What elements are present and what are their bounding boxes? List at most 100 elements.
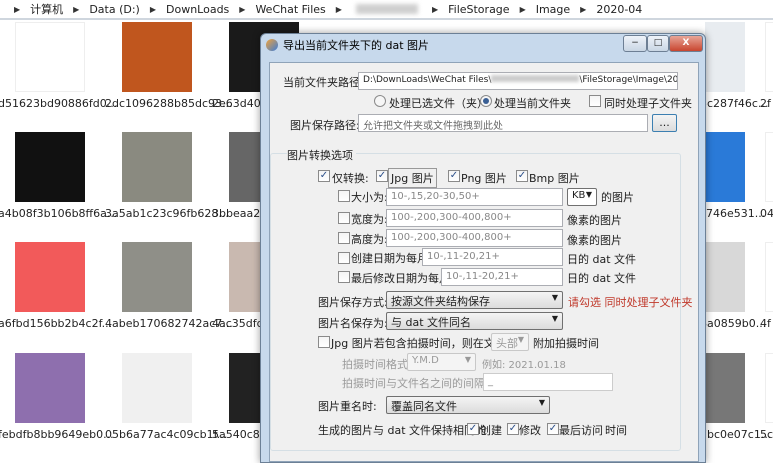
file-name[interactable]: 05b6a77ac4c09cb1f... [105,428,227,441]
crumb-computer[interactable]: 计算机 [30,1,63,17]
file-thumbnail[interactable] [122,353,192,423]
radio-current-folder[interactable] [480,95,492,107]
keep-created-checkbox[interactable]: ✓ [467,423,479,435]
close-button[interactable]: X [669,35,703,52]
chevron-right-icon: ▶ [519,4,526,14]
crumb-redacted[interactable] [355,4,418,14]
jpg-time-checkbox[interactable] [318,336,330,348]
chevron-down-icon: ▼ [538,398,545,407]
name-label: 图片名保存为: [318,317,388,330]
file-name[interactable]: 3a5ab1c23c96fb628... [105,207,229,220]
crumb-month[interactable]: 2020-04 [596,3,642,16]
file-thumbnail[interactable] [705,132,745,202]
rename-select[interactable]: 覆盖同名文件 ▼ [386,396,550,414]
keep-modified-checkbox[interactable]: ✓ [507,423,519,435]
save-mode-select[interactable]: 按源文件夹结构保存 ▼ [386,291,563,309]
file-name[interactable]: 5a540c89 [212,428,267,441]
size-checkbox[interactable] [338,190,350,202]
chevron-right-icon: ▶ [239,4,246,14]
group-title: 图片转换选项 [287,147,356,163]
file-thumbnail[interactable] [705,353,745,423]
chevron-down-icon: ▼ [551,314,558,323]
browse-button[interactable]: ... [652,114,677,132]
file-name[interactable]: 04 [760,207,773,220]
created-checkbox[interactable] [338,252,350,264]
file-thumbnail[interactable] [705,22,745,92]
size-suffix: 的图片 [601,191,634,204]
save-path-input[interactable]: 允许把文件夹或文件拖拽到此处 [358,114,648,132]
bmp-label: Bmp 图片 [529,172,580,185]
png-checkbox[interactable]: ✓ [448,170,460,182]
file-thumbnail[interactable] [15,132,85,202]
crumb-filestorage[interactable]: FileStorage [448,3,509,16]
crumb-wechat[interactable]: WeChat Files [255,3,325,16]
file-thumbnail[interactable] [765,353,773,423]
width-checkbox[interactable] [338,212,350,224]
file-name[interactable]: c746e531... [700,207,765,220]
radio-selected-files[interactable] [374,95,386,107]
file-thumbnail[interactable] [765,132,773,202]
file-thumbnail[interactable] [122,22,192,92]
file-name[interactable]: a4b08f3b106b8ff6a... [0,207,117,220]
chevron-right-icon: ▶ [73,4,80,14]
file-name[interactable]: 4ac35dfd [212,317,264,330]
maximize-button[interactable]: □ [647,35,669,52]
width-input[interactable]: 100-,200,300-400,800+ [386,209,563,227]
file-name[interactable]: a6fbd156bb2b4c2f... [0,317,112,330]
file-thumbnail[interactable] [765,22,773,92]
only-convert-checkbox[interactable]: ✓ [318,170,330,182]
app-icon [266,39,278,51]
crumb-image[interactable]: Image [536,3,570,16]
jpg-time-position-select[interactable]: 头部 ▼ [491,333,529,351]
modified-checkbox[interactable] [338,271,350,283]
created-input[interactable]: 10-,11-20,21+ [422,248,563,266]
height-label: 高度为: [351,233,388,246]
time-format-select[interactable]: Y.M.D ▼ [407,353,476,371]
height-checkbox[interactable] [338,232,350,244]
subfolders-checkbox[interactable] [589,95,601,107]
file-name[interactable]: febdfb8bb9649eb0... [0,428,114,441]
file-name[interactable]: 5c [760,428,773,441]
file-thumbnail[interactable] [15,353,85,423]
created-label: 创建日期为每月 [351,252,428,265]
created-suffix: 日的 dat 文件 [567,253,637,266]
size-input[interactable]: 10-,15,20-30,50+ [386,188,563,206]
radio-current-folder-label: 处理当前文件夹 [494,97,571,110]
modified-suffix: 日的 dat 文件 [567,272,637,285]
current-path-field[interactable]: D:\DownLoads\WeChat Files\ \FileStorage\I… [358,72,678,90]
file-thumbnail[interactable] [15,242,85,312]
size-unit-select[interactable]: KB ▼ [567,188,597,206]
jpg-checkbox[interactable]: ✓ [376,170,388,182]
save-mode-hint: 请勾选 同时处理子文件夹 [568,296,693,309]
crumb-downloads[interactable]: DownLoads [166,3,229,16]
file-thumbnail[interactable] [765,242,773,312]
modified-input[interactable]: 10-,11-20,21+ [441,268,563,286]
file-name[interactable]: 8a0859b0... [700,317,766,330]
crumb-drive[interactable]: Data (D:) [89,3,140,16]
only-convert-label: 仅转换: [332,172,369,185]
file-name[interactable]: 3c287f46c... [700,97,768,110]
bmp-checkbox[interactable]: ✓ [516,170,528,182]
height-suffix: 像素的图片 [567,234,622,247]
size-label: 大小为: [351,191,388,204]
save-mode-label: 图片保存方式: [318,296,388,309]
separator-input[interactable]: _ [483,373,613,391]
width-suffix: 像素的图片 [567,214,622,227]
jpg-time-suffix: 附加拍摄时间 [533,337,599,350]
file-name[interactable]: 4f [760,317,771,330]
file-name[interactable]: 2f [760,97,771,110]
subfolders-label: 同时处理子文件夹 [604,97,692,110]
height-input[interactable]: 100-,200,300-400,800+ [386,229,563,247]
name-select[interactable]: 与 dat 文件同名 ▼ [386,312,563,330]
chevron-right-icon: ▶ [149,4,156,14]
file-name[interactable]: d51623bd90886fd0... [0,97,117,110]
file-thumbnail[interactable] [705,242,745,312]
minimize-button[interactable]: − [623,35,647,52]
file-thumbnail[interactable] [122,242,192,312]
address-bar[interactable]: ▶ 计算机 ▶ Data (D:) ▶ DownLoads ▶ WeChat File… [0,0,773,20]
file-name[interactable]: 3bbeaa29 [212,207,267,220]
file-thumbnail[interactable] [122,132,192,202]
dialog-title: 导出当前文件夹下的 dat 图片 [283,39,430,52]
keep-accessed-checkbox[interactable]: ✓ [547,423,559,435]
file-thumbnail[interactable] [15,22,85,92]
